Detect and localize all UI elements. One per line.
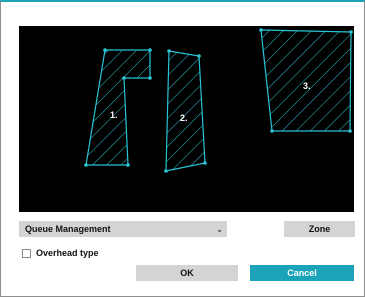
zone-overlay: 1. 2. 3. xyxy=(84,28,353,173)
zone-2-label: 2. xyxy=(180,113,188,123)
queue-management-dialog: 1. 2. 3. Queue Management ⌄ Zone Overhea… xyxy=(0,0,365,297)
video-preview[interactable]: 1. 2. 3. xyxy=(19,26,354,212)
overhead-type-label: Overhead type xyxy=(36,248,99,258)
overhead-type-checkbox[interactable] xyxy=(22,248,31,258)
ok-button[interactable]: OK xyxy=(136,265,238,281)
zone-1-label: 1. xyxy=(110,110,118,120)
zone-1[interactable]: 1. xyxy=(84,48,152,167)
mode-select-value: Queue Management xyxy=(25,224,111,234)
zone-button[interactable]: Zone xyxy=(284,221,355,237)
cancel-button[interactable]: Cancel xyxy=(250,265,354,281)
mode-select[interactable]: Queue Management ⌄ xyxy=(19,221,227,237)
overhead-type-row[interactable]: Overhead type xyxy=(22,247,99,259)
zone-2[interactable]: 2. xyxy=(164,49,207,173)
chevron-down-icon: ⌄ xyxy=(216,225,223,234)
zone-3[interactable]: 3. xyxy=(259,28,353,133)
zone-3-label: 3. xyxy=(303,81,311,91)
